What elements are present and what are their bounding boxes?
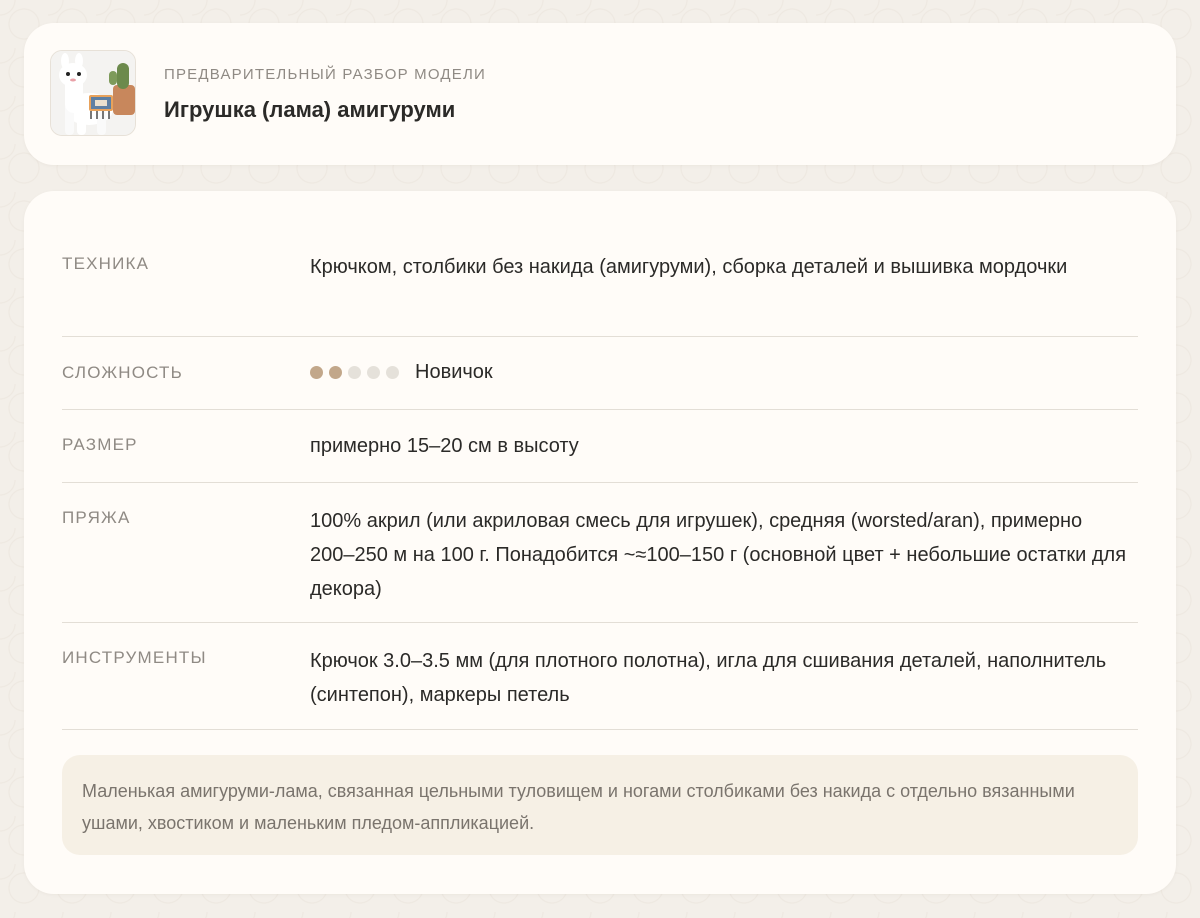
header-card: ПРЕДВАРИТЕЛЬНЫЙ РАЗБОР МОДЕЛИ Игрушка (л… — [24, 23, 1176, 165]
detail-row-technique: ТЕХНИКА Крючком, столбики без накида (ам… — [62, 229, 1138, 337]
detail-row-tools: ИНСТРУМЕНТЫ Крючок 3.0–3.5 мм (для плотн… — [62, 623, 1138, 730]
detail-row-yarn: ПРЯЖА 100% акрил (или акриловая смесь дл… — [62, 483, 1138, 623]
page-title: Игрушка (лама) амигуруми — [164, 97, 456, 122]
size-value: примерно 15–20 см в высоту — [310, 435, 579, 457]
yarn-label: ПРЯЖА — [62, 508, 131, 527]
difficulty-label: СЛОЖНОСТЬ — [62, 363, 183, 382]
technique-label: ТЕХНИКА — [62, 254, 150, 273]
llama-thumbnail-image[interactable] — [50, 50, 136, 136]
difficulty-dot — [367, 366, 380, 379]
detail-row-size: РАЗМЕР примерно 15–20 см в высоту — [62, 410, 1138, 483]
difficulty-dot — [386, 366, 399, 379]
difficulty-dot — [310, 366, 323, 379]
yarn-value: 100% акрил (или акриловая смесь для игру… — [310, 510, 1127, 600]
tools-label: ИНСТРУМЕНТЫ — [62, 648, 207, 667]
header-eyebrow: ПРЕДВАРИТЕЛЬНЫЙ РАЗБОР МОДЕЛИ — [164, 66, 486, 83]
detail-row-difficulty: СЛОЖНОСТЬ Новичок — [62, 337, 1138, 410]
difficulty-value: Новичок — [415, 361, 493, 383]
difficulty-dot — [329, 366, 342, 379]
tools-value: Крючок 3.0–3.5 мм (для плотного полотна)… — [310, 650, 1107, 706]
description-note: Маленькая амигуруми-лама, связанная цель… — [62, 755, 1138, 855]
difficulty-dot — [348, 366, 361, 379]
size-label: РАЗМЕР — [62, 435, 138, 454]
details-card: ТЕХНИКА Крючком, столбики без накида (ам… — [24, 191, 1176, 894]
difficulty-rating — [310, 366, 399, 379]
technique-value: Крючком, столбики без накида (амигуруми)… — [310, 256, 1068, 278]
